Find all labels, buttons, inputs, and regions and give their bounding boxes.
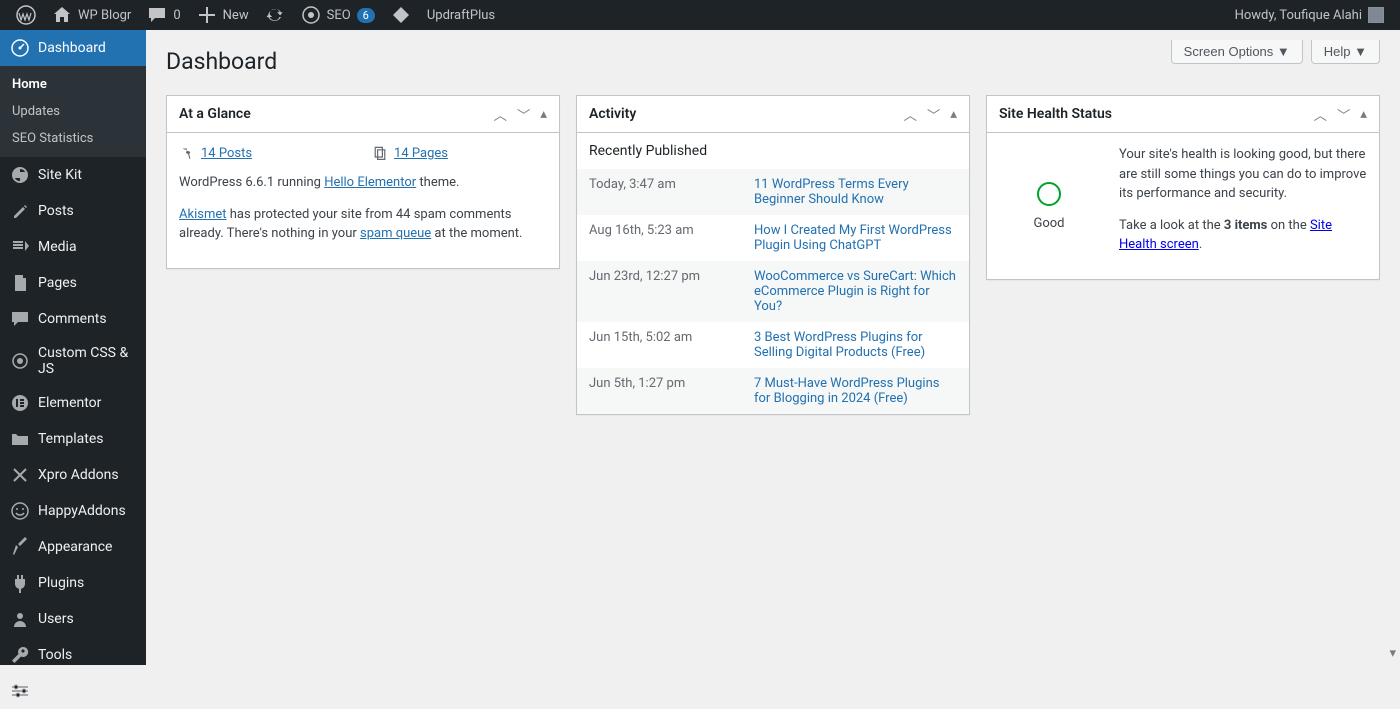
activity-item: Aug 16th, 5:23 amHow I Created My First … — [577, 215, 969, 261]
move-up-icon[interactable]: ︿ — [902, 103, 919, 126]
menu-xpro[interactable]: Xpro Addons — [0, 457, 146, 493]
menu-appearance[interactable]: Appearance — [0, 529, 146, 565]
menu-users[interactable]: Users — [0, 601, 146, 637]
seo-menu[interactable]: SEO6 — [293, 0, 383, 30]
wp-logo[interactable] — [8, 0, 44, 30]
menu-happy[interactable]: HappyAddons — [0, 493, 146, 529]
theme-link[interactable]: Hello Elementor — [324, 175, 416, 190]
diamond-icon[interactable] — [383, 0, 419, 30]
pages-count-link[interactable]: 14 Pages — [394, 146, 448, 161]
recently-published-heading: Recently Published — [577, 133, 969, 169]
health-status-label: Good — [1033, 216, 1064, 231]
menu-posts[interactable]: Posts — [0, 193, 146, 229]
submenu-updates[interactable]: Updates — [0, 98, 146, 125]
pin-icon — [179, 145, 195, 161]
menu-media[interactable]: Media — [0, 229, 146, 265]
health-gauge: Good — [999, 145, 1099, 267]
menu-templates[interactable]: Templates — [0, 421, 146, 457]
menu-sitekit[interactable]: Site Kit — [0, 157, 146, 193]
toggle-icon[interactable]: ▴ — [948, 103, 959, 126]
dashboard-submenu: Home Updates SEO Statistics — [0, 66, 146, 157]
toggle-icon[interactable]: ▴ — [538, 103, 549, 126]
akismet-link[interactable]: Akismet — [179, 207, 227, 222]
my-account[interactable]: Howdy, Toufique Alahi — [1227, 0, 1392, 30]
howdy-text: Howdy, Toufique Alahi — [1235, 8, 1362, 23]
pages-icon — [372, 145, 388, 161]
site-name[interactable]: WP Blogr — [44, 0, 139, 30]
toggle-icon[interactable]: ▴ — [1358, 103, 1369, 126]
akismet-text: Akismet has protected your site from 44 … — [179, 205, 547, 244]
submenu-home[interactable]: Home — [0, 71, 146, 98]
submenu-seostats[interactable]: SEO Statistics — [0, 125, 146, 152]
widget-activity: Activity ︿ ﹀ ▴ Recently Published Today,… — [576, 95, 970, 415]
seo-count-badge: 6 — [357, 8, 375, 23]
activity-post-link[interactable]: 7 Must-Have WordPress Plugins for Bloggi… — [754, 376, 939, 406]
activity-post-link[interactable]: 3 Best WordPress Plugins for Selling Dig… — [754, 330, 925, 360]
widget-site-health: Site Health Status ︿ ﹀ ▴ Good Your site'… — [986, 95, 1380, 280]
health-title: Site Health Status — [987, 96, 1124, 132]
activity-item: Today, 3:47 am11 WordPress Terms Every B… — [577, 169, 969, 215]
glance-title: At a Glance — [167, 96, 263, 132]
avatar — [1368, 7, 1384, 23]
health-circle-icon — [1035, 180, 1063, 208]
menu-elementor[interactable]: Elementor — [0, 385, 146, 421]
activity-post-link[interactable]: 11 WordPress Terms Every Beginner Should… — [754, 177, 909, 207]
activity-title: Activity — [577, 96, 648, 132]
widget-at-a-glance: At a Glance ︿ ﹀ ▴ 14 Posts 14 Pages Word… — [166, 95, 560, 269]
activity-item: Jun 5th, 1:27 pm7 Must-Have WordPress Pl… — [577, 368, 969, 414]
move-down-icon[interactable]: ﹀ — [1335, 103, 1352, 126]
activity-item: Jun 15th, 5:02 am3 Best WordPress Plugin… — [577, 322, 969, 368]
spam-queue-link[interactable]: spam queue — [360, 226, 431, 241]
menu-tools[interactable]: Tools — [0, 637, 146, 673]
recent-posts-list: Today, 3:47 am11 WordPress Terms Every B… — [577, 169, 969, 414]
health-items-text: Take a look at the 3 items on the Site H… — [1119, 216, 1367, 255]
menu-settings[interactable]: Settings — [0, 673, 146, 709]
menu-plugins[interactable]: Plugins — [0, 565, 146, 601]
activity-item: Jun 23rd, 12:27 pmWooCommerce vs SureCar… — [577, 261, 969, 322]
menu-pages[interactable]: Pages — [0, 265, 146, 301]
move-up-icon[interactable]: ︿ — [1312, 103, 1329, 126]
move-down-icon[interactable]: ﹀ — [925, 103, 942, 126]
move-down-icon[interactable]: ﹀ — [515, 103, 532, 126]
screen-options-button[interactable]: Screen Options ▼ — [1171, 40, 1303, 64]
menu-customcss[interactable]: Custom CSS & JS — [0, 337, 146, 385]
collapse-corner-icon[interactable]: ▾ — [1389, 646, 1396, 661]
help-button[interactable]: Help ▼ — [1311, 40, 1380, 64]
new-content[interactable]: New — [189, 0, 257, 30]
menu-dashboard[interactable]: Dashboard — [0, 30, 146, 66]
wp-version-text: WordPress 6.6.1 running Hello Elementor … — [179, 173, 547, 193]
menu-comments[interactable]: Comments — [0, 301, 146, 337]
comments-bubble[interactable]: 0 — [139, 0, 188, 30]
activity-post-link[interactable]: How I Created My First WordPress Plugin … — [754, 223, 952, 253]
cache-icon[interactable] — [257, 0, 293, 30]
activity-post-link[interactable]: WooCommerce vs SureCart: Which eCommerce… — [754, 269, 956, 314]
health-desc: Your site's health is looking good, but … — [1119, 145, 1367, 204]
updraftplus-menu[interactable]: UpdraftPlus — [419, 0, 503, 30]
posts-count-link[interactable]: 14 Posts — [201, 146, 252, 161]
move-up-icon[interactable]: ︿ — [492, 103, 509, 126]
